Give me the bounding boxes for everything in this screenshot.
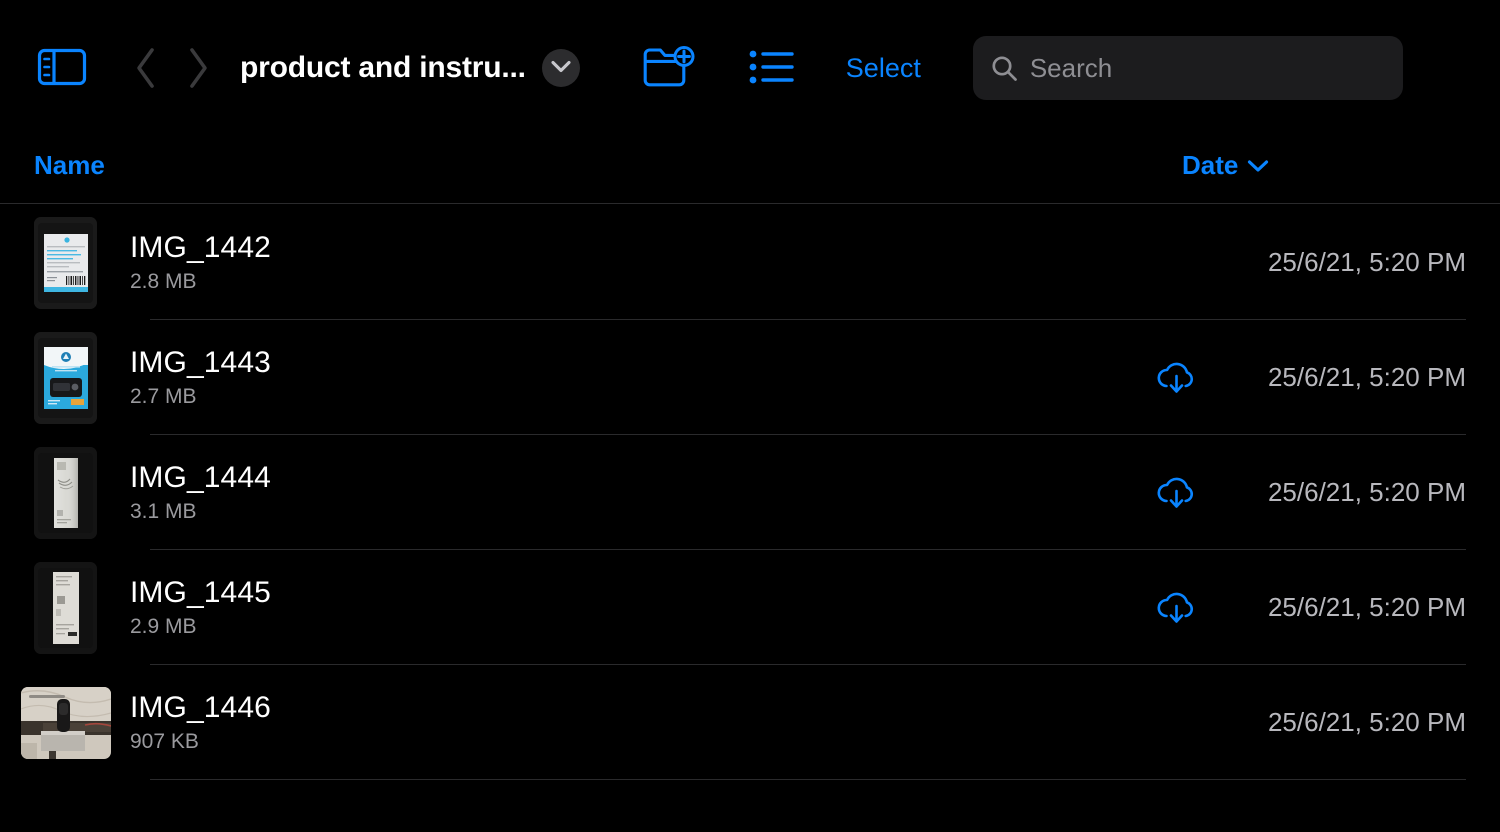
icloud-download-icon[interactable] bbox=[1150, 357, 1204, 399]
row-status: 25/6/21, 5:20 PM bbox=[1150, 357, 1466, 399]
select-button[interactable]: Select bbox=[838, 53, 929, 84]
file-name: IMG_1442 bbox=[130, 230, 271, 264]
file-thumbnail bbox=[21, 686, 111, 759]
column-header-name[interactable]: Name bbox=[34, 150, 105, 181]
file-thumbnail bbox=[34, 561, 97, 654]
chevron-down-icon bbox=[551, 60, 571, 76]
files-app-window: product and instru... Select Search Name… bbox=[0, 0, 1500, 832]
page-title: product and instru... bbox=[240, 51, 526, 84]
chevron-left-icon bbox=[134, 47, 158, 89]
row-status: 25/6/21, 5:20 PM bbox=[1150, 242, 1466, 284]
file-name: IMG_1443 bbox=[130, 345, 271, 379]
chevron-down-icon bbox=[1247, 159, 1269, 173]
table-row[interactable]: IMG_1444 3.1 MB 25/6/21, 5:20 PM bbox=[0, 435, 1500, 550]
file-size: 2.8 MB bbox=[130, 270, 197, 294]
row-status: 25/6/21, 5:20 PM bbox=[1150, 587, 1466, 629]
folder-plus-icon bbox=[642, 44, 696, 93]
file-name: IMG_1446 bbox=[130, 690, 271, 724]
file-size: 3.1 MB bbox=[130, 500, 197, 524]
table-row[interactable]: IMG_1442 2.8 MB 25/6/21, 5:20 PM bbox=[0, 205, 1500, 320]
file-size: 2.9 MB bbox=[130, 615, 197, 639]
toolbar: product and instru... Select Search bbox=[0, 0, 1500, 136]
icloud-download-icon[interactable] bbox=[1150, 472, 1204, 514]
search-input[interactable] bbox=[1029, 52, 1385, 84]
bulleted-list-icon bbox=[749, 48, 795, 89]
table-row[interactable]: IMG_1445 2.9 MB 25/6/21, 5:20 PM bbox=[0, 550, 1500, 665]
search-icon bbox=[991, 55, 1018, 82]
row-status: 25/6/21, 5:20 PM bbox=[1150, 702, 1466, 744]
forward-button[interactable] bbox=[172, 40, 224, 96]
file-info: IMG_1442 2.8 MB bbox=[130, 231, 271, 295]
file-thumbnail bbox=[34, 331, 97, 424]
file-size: 907 KB bbox=[130, 730, 199, 754]
file-info: IMG_1443 2.7 MB bbox=[130, 346, 271, 410]
sidebar-toggle-icon bbox=[37, 47, 87, 90]
file-name: IMG_1444 bbox=[130, 460, 271, 494]
file-date: 25/6/21, 5:20 PM bbox=[1267, 707, 1466, 737]
column-header-date[interactable]: Date bbox=[1182, 150, 1269, 181]
file-info: IMG_1446 907 KB bbox=[130, 691, 271, 755]
chevron-right-icon bbox=[186, 47, 210, 89]
icloud-download-icon[interactable] bbox=[1150, 587, 1204, 629]
column-header-date-label: Date bbox=[1182, 150, 1239, 180]
file-info: IMG_1444 3.1 MB bbox=[130, 461, 271, 525]
file-thumbnail bbox=[34, 446, 97, 539]
new-folder-button[interactable] bbox=[640, 40, 698, 96]
file-info: IMG_1445 2.9 MB bbox=[130, 576, 271, 640]
table-row[interactable]: IMG_1446 907 KB 25/6/21, 5:20 PM bbox=[0, 665, 1500, 780]
sidebar-toggle-button[interactable] bbox=[34, 40, 90, 96]
search-field[interactable] bbox=[972, 36, 1403, 100]
file-date: 25/6/21, 5:20 PM bbox=[1267, 362, 1466, 392]
file-date: 25/6/21, 5:20 PM bbox=[1267, 592, 1466, 622]
file-name: IMG_1445 bbox=[130, 575, 271, 609]
file-size: 2.7 MB bbox=[130, 385, 197, 409]
file-date: 25/6/21, 5:20 PM bbox=[1267, 247, 1466, 277]
file-date: 25/6/21, 5:20 PM bbox=[1267, 477, 1466, 507]
column-headers: Name Date bbox=[0, 136, 1500, 204]
row-status: 25/6/21, 5:20 PM bbox=[1150, 472, 1466, 514]
view-options-button[interactable] bbox=[746, 42, 798, 94]
back-button[interactable] bbox=[120, 40, 172, 96]
table-row[interactable]: IMG_1443 2.7 MB 25/6/21, 5:20 PM bbox=[0, 320, 1500, 435]
file-list: IMG_1442 2.8 MB 25/6/21, 5:20 PM IMG_144… bbox=[0, 205, 1500, 780]
file-thumbnail bbox=[34, 216, 97, 309]
folder-options-button[interactable] bbox=[541, 49, 580, 87]
